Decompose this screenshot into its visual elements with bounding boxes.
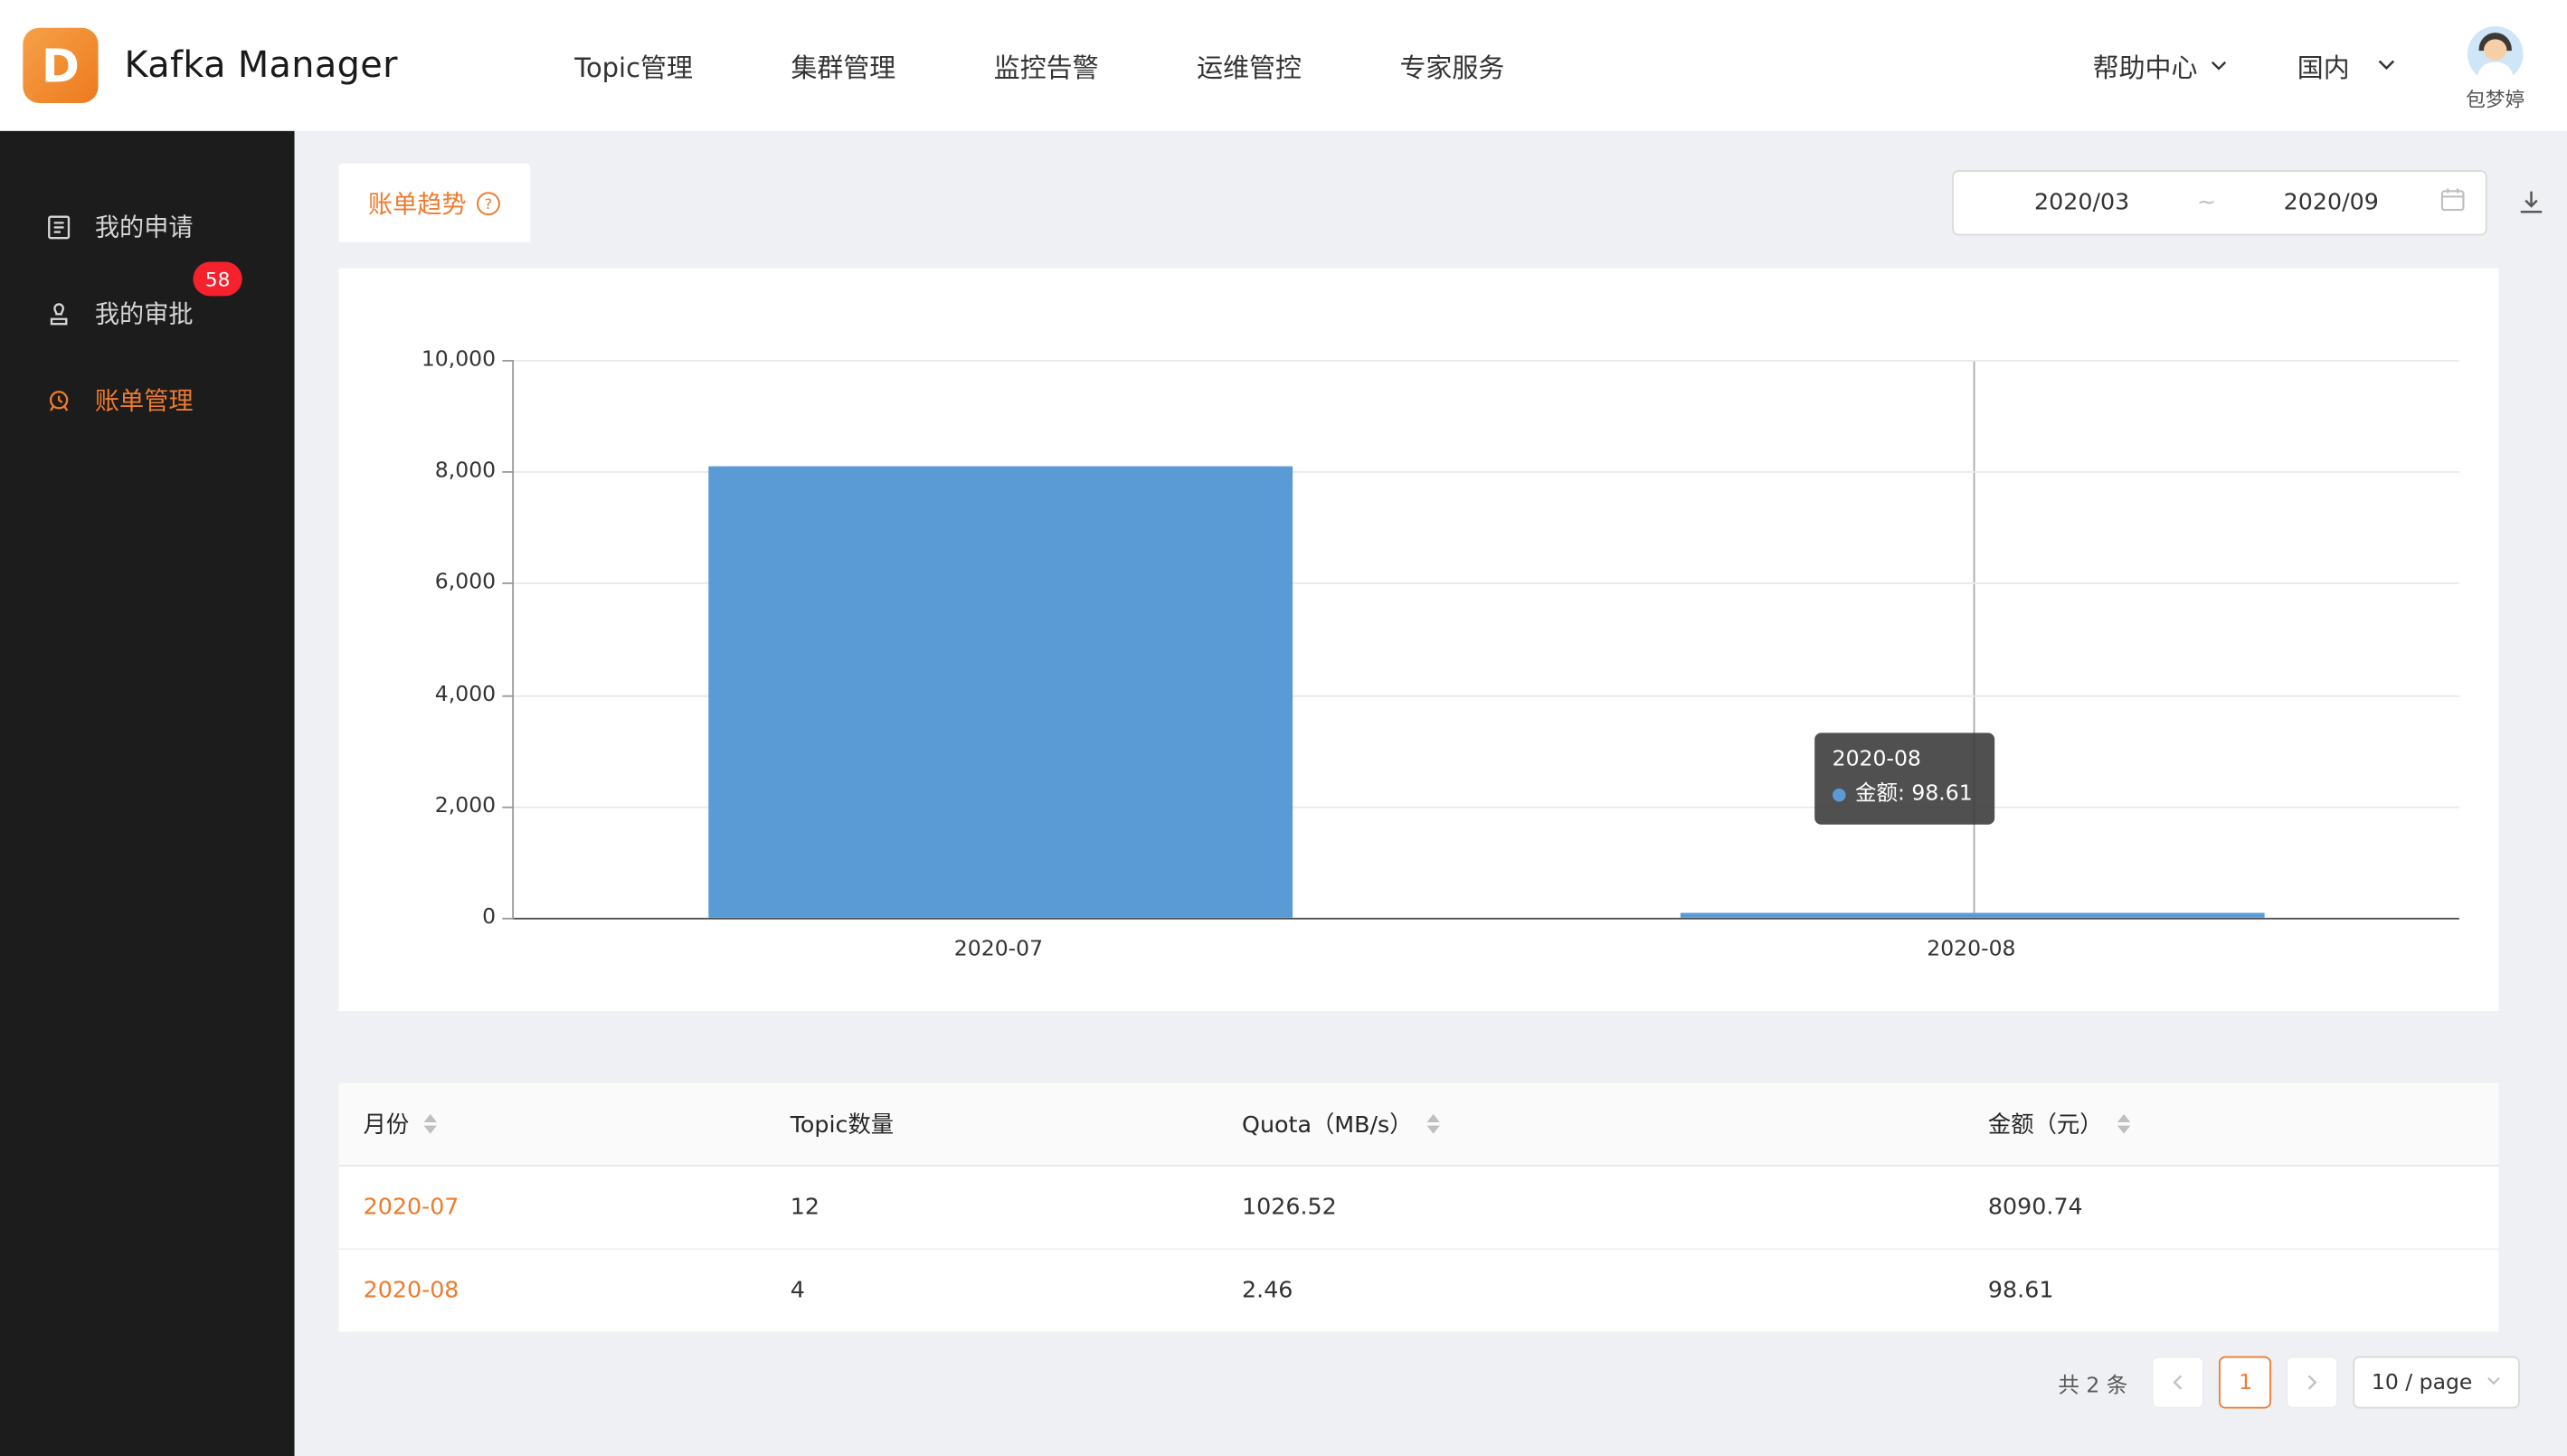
sort-icon[interactable]	[424, 1114, 437, 1134]
svg-text:?: ?	[485, 194, 493, 212]
user-name: 包梦婷	[2466, 84, 2524, 112]
sidebar-item-label: 我的审批	[95, 296, 194, 330]
sidebar-item-my-approvals[interactable]: 我的审批 58	[0, 269, 295, 356]
topic-count-cell: 4	[766, 1278, 1217, 1304]
y-axis-label: 10,000	[422, 347, 496, 372]
bill-alarm-icon	[44, 385, 74, 415]
app-root: D Kafka Manager Topic管理 集群管理 监控告警 运维管控 专…	[0, 0, 2567, 1456]
avatar	[2468, 25, 2524, 81]
date-end[interactable]: 2020/09	[2222, 190, 2439, 216]
amount-cell: 98.61	[1964, 1278, 2499, 1304]
sidebar-item-bill-management[interactable]: 账单管理	[0, 356, 295, 443]
crosshair-line	[1973, 360, 1975, 918]
column-header-quota[interactable]: Quota（MB/s）	[1217, 1108, 1964, 1140]
sort-icon[interactable]	[1427, 1114, 1440, 1134]
nav-topic-management[interactable]: Topic管理	[574, 46, 693, 85]
column-header-topic-count: Topic数量	[766, 1108, 1217, 1140]
date-separator: ~	[2191, 190, 2223, 216]
help-center-dropdown[interactable]: 帮助中心	[2093, 46, 2229, 85]
main-nav: Topic管理 集群管理 监控告警 运维管控 专家服务	[574, 46, 1504, 85]
sidebar-item-label: 我的申请	[95, 210, 194, 244]
tooltip-title: 2020-08	[1833, 744, 1976, 779]
page-size-label: 10 / page	[2372, 1370, 2473, 1395]
month-link[interactable]: 2020-07	[364, 1195, 459, 1221]
nav-cluster-management[interactable]: 集群管理	[791, 46, 895, 85]
table-header-row: 月份 Topic数量 Quota（MB/s） 金额（元）	[338, 1083, 2498, 1167]
page-size-select[interactable]: 10 / page	[2354, 1357, 2520, 1409]
nav-expert-service[interactable]: 专家服务	[1399, 46, 1504, 85]
gridline	[514, 360, 2459, 362]
toolbar: 账单趋势 ? 2020/03 ~ 2020/09	[338, 164, 2545, 242]
app-logo-icon[interactable]: D	[23, 28, 98, 103]
tab-label: 账单趋势	[368, 185, 467, 220]
main-content: 账单趋势 ? 2020/03 ~ 2020/09	[295, 131, 2567, 1456]
app-title: Kafka Manager	[124, 45, 397, 86]
prev-page-button[interactable]	[2152, 1357, 2204, 1409]
total-count: 共 2 条	[2058, 1366, 2127, 1397]
nav-ops-control[interactable]: 运维管控	[1197, 46, 1302, 85]
chevron-down-icon	[2486, 1370, 2502, 1395]
month-link[interactable]: 2020-08	[364, 1278, 459, 1304]
quota-cell: 2.46	[1217, 1278, 1964, 1304]
page-1-button[interactable]: 1	[2220, 1357, 2272, 1409]
stamp-icon	[44, 298, 74, 328]
y-axis-label: 8,000	[435, 459, 496, 484]
y-axis: 10,0008,0006,0004,0002,0000	[338, 360, 496, 918]
topic-count-cell: 12	[766, 1195, 1217, 1221]
clipboard-icon	[44, 212, 74, 241]
nav-monitor-alert[interactable]: 监控告警	[994, 46, 1099, 85]
chart-card: 10,000 8,000 6,000 4,000 2,000 0 2020-08 金额: …	[338, 269, 2498, 1011]
column-header-amount[interactable]: 金额（元）	[1964, 1108, 2499, 1140]
pagination: 共 2 条 1 10 / page	[2058, 1357, 2520, 1409]
x-axis: 2020-07 2020-08	[512, 918, 2458, 977]
approvals-count-badge: 58	[193, 261, 242, 296]
sidebar: 我的申请 我的审批 58 账单管理	[0, 131, 295, 1456]
date-range-picker[interactable]: 2020/03 ~ 2020/09	[1952, 170, 2487, 235]
next-page-button[interactable]	[2287, 1357, 2339, 1409]
chevron-down-icon	[2209, 50, 2229, 80]
y-tick	[502, 695, 514, 696]
download-icon[interactable]	[2516, 188, 2546, 218]
tooltip-value: 金额: 98.61	[1855, 779, 1973, 813]
user-menu[interactable]: 包梦婷	[2466, 25, 2524, 112]
date-start[interactable]: 2020/03	[1974, 190, 2191, 216]
table-row: 2020-08 4 2.46 98.61	[338, 1250, 2498, 1331]
y-axis-label: 4,000	[435, 683, 496, 707]
table-row: 2020-07 12 1026.52 8090.74	[338, 1167, 2498, 1250]
header-right: 帮助中心 国内 包梦婷	[2093, 19, 2525, 112]
chevron-down-icon	[2376, 50, 2398, 80]
amount-cell: 8090.74	[1964, 1195, 2499, 1221]
sidebar-item-label: 账单管理	[95, 383, 194, 417]
column-header-month[interactable]: 月份	[338, 1108, 765, 1140]
help-center-label: 帮助中心	[2093, 46, 2198, 85]
toolbar-right: 2020/03 ~ 2020/09	[1952, 170, 2546, 235]
y-tick	[502, 360, 514, 362]
y-tick	[502, 806, 514, 808]
sidebar-item-my-applications[interactable]: 我的申请	[0, 184, 295, 270]
y-axis-label: 2,000	[435, 794, 496, 818]
bar-2020-07[interactable]	[708, 467, 1292, 918]
tab-bill-trend[interactable]: 账单趋势 ?	[338, 164, 530, 242]
y-tick	[502, 583, 514, 585]
x-axis-label: 2020-08	[1927, 938, 2015, 962]
sort-icon[interactable]	[2117, 1114, 2130, 1134]
y-axis-label: 6,000	[435, 571, 496, 595]
y-axis-label: 0	[482, 905, 496, 930]
series-dot	[1833, 789, 1845, 801]
quota-cell: 1026.52	[1217, 1195, 1964, 1221]
calendar-icon	[2439, 186, 2466, 219]
header: D Kafka Manager Topic管理 集群管理 监控告警 运维管控 专…	[0, 0, 2567, 131]
y-tick	[502, 471, 514, 473]
chart-tooltip: 2020-08 金额: 98.61	[1814, 733, 1994, 824]
chart-plot: 2020-08 金额: 98.61	[512, 360, 2459, 920]
question-circle-icon[interactable]: ?	[476, 191, 500, 215]
x-axis-label: 2020-07	[954, 938, 1043, 962]
bill-table: 月份 Topic数量 Quota（MB/s） 金额（元） 2020-07 12	[338, 1083, 2498, 1332]
region-label: 国内	[2297, 46, 2350, 85]
region-dropdown[interactable]: 国内	[2297, 46, 2397, 85]
